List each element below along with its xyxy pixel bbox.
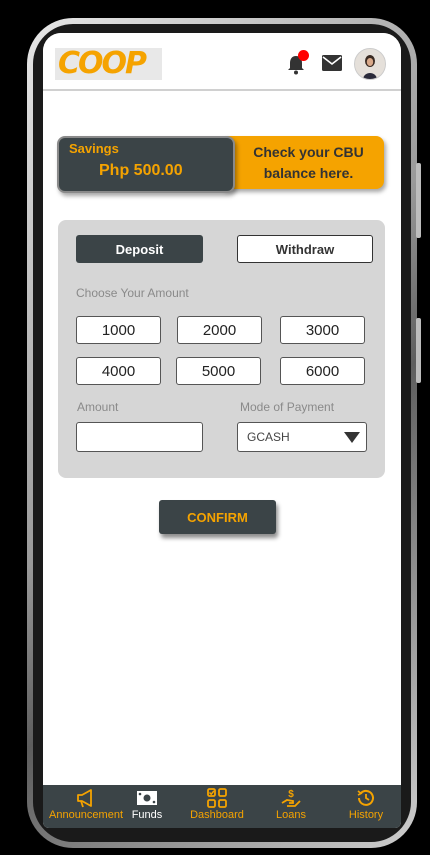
savings-amount: Php 500.00 [99, 162, 183, 179]
nav-item-funds[interactable]: Funds [129, 787, 165, 821]
megaphone-icon [77, 789, 92, 808]
choose-amount-label: Choose Your Amount [76, 286, 189, 300]
logo-text: COOP [58, 46, 147, 81]
amount-option-3000[interactable]: 3000 [280, 316, 365, 344]
nav-item-dashboard[interactable]: Dashboard [185, 787, 249, 821]
amount-option-2000[interactable]: 2000 [177, 316, 262, 344]
amount-option-5000[interactable]: 5000 [176, 357, 261, 385]
dropdown-arrow-icon [344, 432, 360, 443]
nav-item-announcement[interactable]: Announcement [45, 787, 127, 821]
transaction-panel: Deposit Withdraw Choose Your Amount 1000… [58, 220, 385, 478]
amount-input[interactable] [76, 422, 203, 452]
nav-item-loans[interactable]: $ Loans [271, 787, 311, 821]
history-icon [357, 789, 374, 806]
tab-withdraw[interactable]: Withdraw [237, 235, 373, 263]
notification-dot [298, 50, 309, 61]
bottom-nav: Announcement Funds Dashboard $ Loans His… [43, 785, 401, 828]
payment-mode-value: GCASH [247, 430, 290, 444]
app-screen: COOP Savings Php 500.00 Check your CBU b… [43, 33, 401, 828]
svg-text:$: $ [288, 789, 294, 800]
user-photo-icon [355, 49, 385, 79]
tab-deposit[interactable]: Deposit [76, 235, 203, 263]
savings-label: Savings [69, 141, 119, 156]
nav-label-loans: Loans [276, 809, 306, 821]
amount-option-6000[interactable]: 6000 [280, 357, 365, 385]
coop-logo[interactable]: COOP [55, 48, 162, 80]
nav-label-dashboard: Dashboard [190, 809, 244, 821]
nav-item-history[interactable]: History [341, 787, 391, 821]
nav-label-funds: Funds [131, 809, 163, 821]
check-cbu-label: Check your CBU balance here. [253, 143, 364, 181]
avatar[interactable] [354, 48, 386, 80]
nav-label-announcement: Announcement [49, 809, 123, 821]
payment-mode-select[interactable]: GCASH [237, 422, 367, 452]
confirm-button[interactable]: CONFIRM [159, 500, 276, 534]
amount-label: Amount [77, 400, 119, 414]
amount-option-1000[interactable]: 1000 [76, 316, 161, 344]
money-icon [137, 791, 157, 805]
mail-icon[interactable] [322, 55, 342, 71]
power-button [416, 318, 421, 383]
nav-label-history: History [348, 809, 384, 821]
loan-hand-icon: $ [281, 789, 301, 807]
volume-button [416, 163, 421, 238]
mode-of-payment-label: Mode of Payment [240, 400, 335, 414]
dashboard-icon [207, 788, 227, 808]
check-cbu-button[interactable]: Check your CBU balance here. [223, 136, 384, 189]
savings-balance-card: Savings Php 500.00 [57, 136, 235, 193]
amount-option-4000[interactable]: 4000 [76, 357, 161, 385]
app-header: COOP [43, 33, 401, 91]
